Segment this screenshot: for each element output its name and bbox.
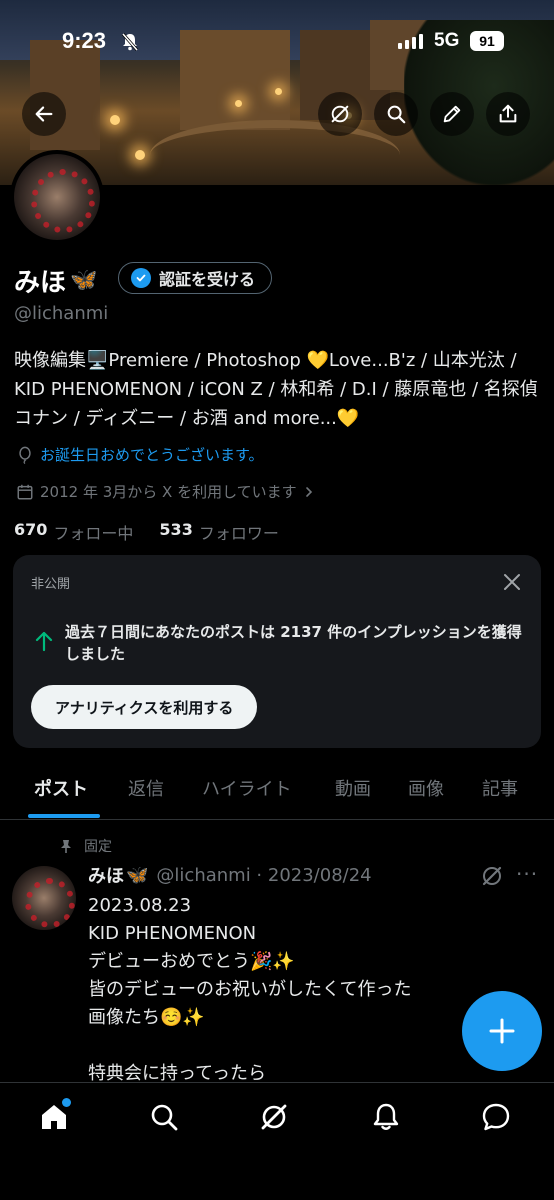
status-bar: 9:23 5G 91 bbox=[0, 28, 554, 58]
grok-button[interactable] bbox=[318, 92, 362, 136]
profile-handle: @lichanmi bbox=[14, 303, 109, 324]
tab-images[interactable]: 画像 bbox=[408, 775, 444, 801]
pin-icon bbox=[61, 840, 71, 853]
display-name: みほ bbox=[14, 268, 67, 298]
joined-text: 2012 年 3月から X を利用しています bbox=[40, 483, 297, 501]
grok-icon bbox=[261, 1104, 287, 1130]
verified-badge-icon bbox=[131, 268, 151, 288]
avatar-image bbox=[12, 866, 76, 930]
back-button[interactable] bbox=[22, 92, 66, 136]
status-time: 9:23 bbox=[62, 28, 107, 53]
arrow-left-icon bbox=[35, 106, 53, 122]
following-count[interactable]: 670 bbox=[14, 520, 47, 544]
tweet-header: みほ 🦋 @lichanmi · 2023/08/24 bbox=[88, 862, 372, 888]
calendar-icon bbox=[17, 484, 33, 499]
joined-row[interactable]: 2012 年 3月から X を利用しています bbox=[16, 481, 315, 502]
balloon-icon bbox=[19, 446, 31, 464]
bottom-navigation bbox=[0, 1082, 554, 1200]
search-icon bbox=[387, 105, 406, 124]
nav-grok[interactable] bbox=[258, 1101, 294, 1137]
get-verified-label: 認証を受ける bbox=[159, 270, 256, 289]
butterfly-emoji: 🦋 bbox=[70, 268, 98, 293]
tweet-author-name[interactable]: みほ bbox=[88, 862, 124, 888]
pinned-indicator: 固定 bbox=[58, 836, 112, 856]
birthday-row[interactable]: お誕生日おめでとうございます。 bbox=[16, 444, 264, 465]
search-icon bbox=[151, 1104, 178, 1131]
pinned-label: 固定 bbox=[84, 839, 112, 855]
private-analytics-card: 非公開 過去７日間にあなたのポストは 2137 件のインプレッションを獲得しまし… bbox=[13, 555, 541, 748]
more-options-icon[interactable]: ··· bbox=[516, 862, 538, 886]
banner-light bbox=[235, 100, 242, 107]
profile-avatar[interactable] bbox=[10, 150, 104, 244]
share-button[interactable] bbox=[486, 92, 530, 136]
plus-icon bbox=[489, 1018, 515, 1044]
arrow-up-icon bbox=[35, 631, 53, 652]
edit-icon bbox=[443, 105, 461, 123]
tab-posts[interactable]: ポスト bbox=[34, 775, 88, 801]
follow-stats: 670 フォロー中 533 フォロワー bbox=[14, 520, 279, 544]
network-type: 5G bbox=[434, 30, 460, 51]
tab-articles[interactable]: 記事 bbox=[482, 775, 518, 801]
notification-dot bbox=[62, 1098, 71, 1107]
grok-icon bbox=[331, 105, 349, 123]
active-tab-indicator bbox=[28, 814, 100, 818]
tab-highlights[interactable]: ハイライト bbox=[202, 775, 292, 801]
nav-notifications[interactable] bbox=[370, 1101, 406, 1137]
display-name-row: みほ 🦋 bbox=[14, 262, 97, 299]
private-tag: 非公開 bbox=[31, 577, 71, 592]
messages-icon bbox=[482, 1103, 510, 1131]
tab-replies[interactable]: 返信 bbox=[128, 775, 164, 801]
grok-icon[interactable] bbox=[480, 864, 504, 888]
get-verified-button[interactable]: 認証を受ける bbox=[118, 262, 273, 294]
search-button[interactable] bbox=[374, 92, 418, 136]
birthday-text: お誕生日おめでとうございます。 bbox=[40, 446, 264, 464]
butterfly-emoji: 🦋 bbox=[126, 864, 149, 886]
edit-button[interactable] bbox=[430, 92, 474, 136]
following-label[interactable]: フォロー中 bbox=[53, 520, 133, 544]
banner-bridge bbox=[150, 120, 400, 185]
chevron-right-icon bbox=[305, 486, 312, 497]
profile-bio: 映像編集🖥️Premiere / Photoshop 💛Love...B'z /… bbox=[14, 350, 538, 429]
notifications-icon bbox=[373, 1103, 399, 1130]
followers-label[interactable]: フォロワー bbox=[199, 520, 279, 544]
banner-light bbox=[275, 88, 282, 95]
close-icon[interactable] bbox=[501, 571, 523, 593]
followers-count[interactable]: 533 bbox=[159, 520, 192, 544]
avatar-image bbox=[14, 154, 100, 240]
nav-search[interactable] bbox=[148, 1101, 184, 1137]
impressions-message: 過去７日間にあなたのポストは 2137 件のインプレッションを獲得しました bbox=[65, 623, 522, 663]
battery-level: 91 bbox=[470, 31, 504, 51]
profile-tabs: ポスト 返信 ハイライト 動画 画像 記事 bbox=[0, 765, 554, 820]
signal-icon bbox=[398, 34, 423, 49]
nav-home[interactable] bbox=[38, 1098, 74, 1137]
nav-messages[interactable] bbox=[480, 1101, 516, 1137]
banner-light bbox=[110, 115, 120, 125]
banner-light bbox=[135, 150, 145, 160]
tweet-meta: @lichanmi · 2023/08/24 bbox=[156, 864, 372, 886]
silent-bell-icon bbox=[121, 33, 139, 51]
tweet-avatar[interactable] bbox=[12, 866, 76, 930]
use-analytics-button[interactable]: アナリティクスを利用する bbox=[31, 685, 258, 729]
tab-videos[interactable]: 動画 bbox=[335, 775, 371, 801]
tweet-text: 2023.08.23 KID PHENOMENON デビューおめでとう🎉✨ 皆の… bbox=[88, 895, 412, 1084]
compose-post-button[interactable] bbox=[462, 991, 542, 1071]
share-icon bbox=[499, 104, 517, 123]
